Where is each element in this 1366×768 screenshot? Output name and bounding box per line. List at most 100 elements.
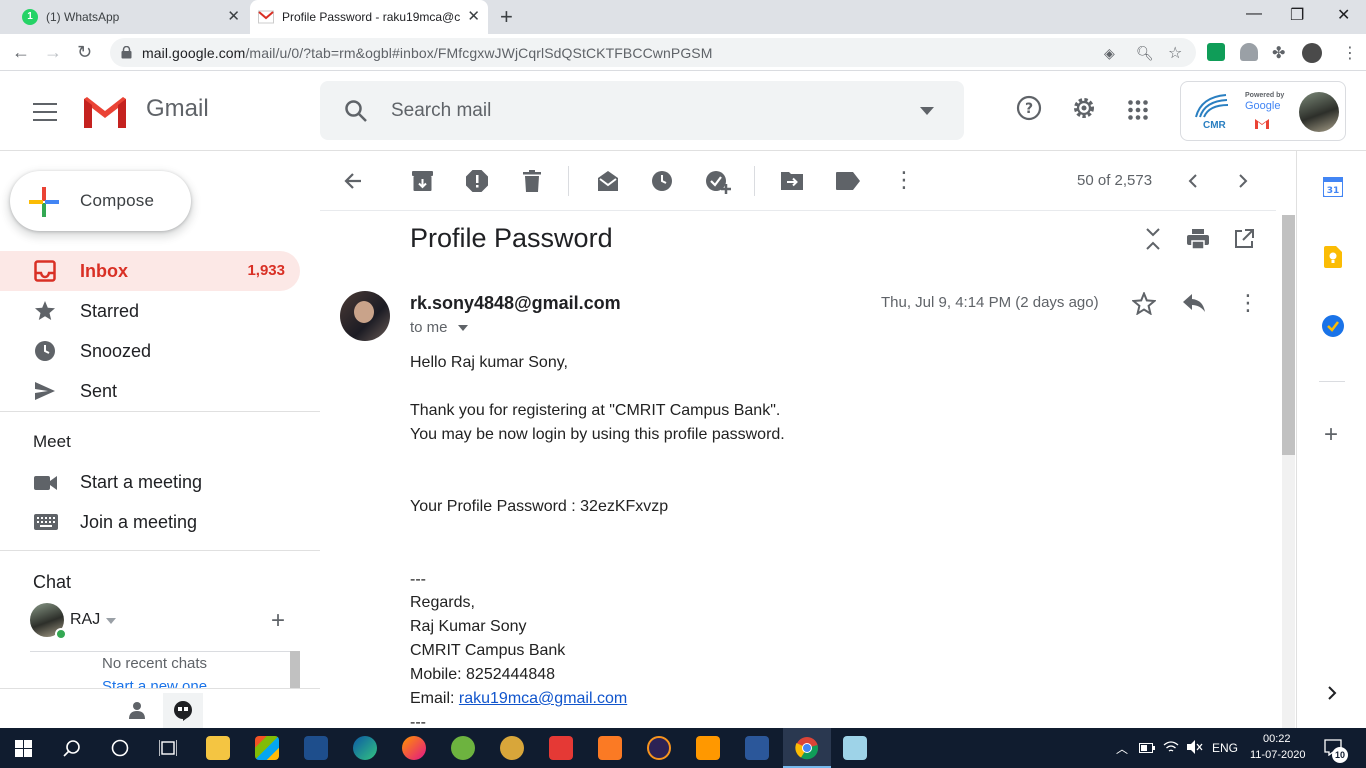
gmail-logo-icon[interactable] (82, 95, 128, 129)
newer-message-icon[interactable] (1188, 174, 1198, 188)
start-new-chat-link[interactable]: Start a new one (102, 678, 207, 688)
archive-icon[interactable] (412, 171, 433, 191)
firefox-icon[interactable] (402, 736, 426, 760)
older-message-icon[interactable] (1238, 174, 1248, 188)
task-view-icon[interactable] (159, 739, 177, 757)
tab-whatsapp[interactable]: 1 (1) WhatsApp ✕ (12, 0, 248, 34)
search-input[interactable]: Search mail (391, 100, 491, 122)
tab-profile-password[interactable]: Profile Password - raku19mca@c ✕ (250, 0, 488, 34)
account-avatar[interactable] (1299, 92, 1339, 132)
nav-snoozed[interactable]: Snoozed (0, 331, 300, 371)
chrome-taskbar-active[interactable] (783, 728, 831, 768)
back-icon[interactable]: ← (12, 42, 30, 62)
clock-time[interactable]: 00:22 (1263, 733, 1291, 745)
apps-grid-icon[interactable] (1128, 100, 1148, 120)
move-to-icon[interactable] (781, 170, 803, 190)
message-scrollbar-thumb[interactable] (1282, 215, 1295, 455)
delete-icon[interactable] (523, 170, 541, 192)
anydesk-icon[interactable] (549, 736, 573, 760)
input-language[interactable]: ENG (1212, 741, 1238, 755)
sender-avatar[interactable] (340, 291, 390, 341)
settings-gear-icon[interactable] (1071, 95, 1097, 121)
zoom-icon[interactable]: 🔍︎ (1136, 45, 1154, 62)
show-hidden-icons-icon[interactable]: ︿ (1116, 740, 1128, 757)
search-options-icon[interactable] (920, 107, 934, 115)
word-icon[interactable] (745, 736, 769, 760)
reply-icon[interactable] (1183, 294, 1205, 312)
keep-icon[interactable] (1324, 246, 1342, 268)
tasks-icon[interactable] (1322, 315, 1344, 337)
xampp-icon[interactable] (598, 736, 622, 760)
reload-icon[interactable]: ↻ (77, 42, 92, 62)
notepad-icon[interactable] (843, 736, 867, 760)
nav-inbox[interactable]: Inbox 1,933 (0, 251, 300, 291)
print-icon[interactable] (1187, 229, 1209, 249)
mark-unread-icon[interactable] (596, 170, 620, 192)
star-message-icon[interactable] (1132, 292, 1156, 315)
volume-muted-icon[interactable] (1187, 740, 1203, 754)
account-switcher[interactable]: CMR Powered by Google (1180, 81, 1346, 141)
search-bar[interactable]: Search mail (320, 81, 964, 140)
chrome-menu-icon[interactable]: ⋮ (1342, 43, 1358, 63)
chat-status-dropdown-icon[interactable] (106, 618, 116, 624)
minimize-icon[interactable]: — (1246, 5, 1262, 23)
gmail-wordmark[interactable]: Gmail (146, 95, 209, 123)
new-tab-icon[interactable]: + (500, 6, 513, 28)
show-details-icon[interactable] (457, 325, 468, 332)
sender-email[interactable]: rk.sony4848@gmail.com (410, 293, 621, 314)
eclipse-icon[interactable] (647, 736, 671, 760)
classroom-extension-icon[interactable] (1207, 43, 1225, 61)
restore-icon[interactable]: ❐ (1290, 5, 1304, 25)
extensions-puzzle-icon[interactable]: ✤ (1272, 43, 1285, 63)
chat-scrollbar[interactable] (290, 651, 300, 688)
microsoft-store-icon[interactable] (255, 736, 279, 760)
cortana-icon[interactable] (111, 739, 129, 757)
chat-user-name[interactable]: RAJ (70, 611, 100, 629)
open-in-new-window-icon[interactable] (1234, 229, 1254, 249)
calendar-icon[interactable]: 31 (1323, 177, 1343, 197)
back-to-inbox-icon[interactable] (343, 171, 363, 191)
taskbar-search-icon[interactable] (63, 739, 81, 757)
snooze-icon[interactable] (651, 170, 673, 192)
file-explorer-icon[interactable] (206, 736, 230, 760)
drive-extension-icon[interactable] (1240, 43, 1258, 61)
more-actions-icon[interactable]: ⋮ (893, 168, 915, 192)
bookmark-star-icon[interactable]: ☆ (1168, 43, 1182, 63)
windows-start-icon[interactable] (15, 740, 32, 757)
profile-avatar[interactable] (1302, 43, 1322, 63)
edge-browser-icon[interactable] (353, 736, 377, 760)
collapse-all-icon[interactable] (1145, 227, 1161, 251)
sublime-text-icon[interactable] (696, 736, 720, 760)
close-window-icon[interactable]: ✕ (1337, 5, 1350, 25)
help-icon[interactable]: ? (1016, 95, 1042, 121)
clock-date[interactable]: 11-07-2020 (1250, 749, 1305, 761)
battery-icon[interactable] (1139, 743, 1155, 753)
snail-app-icon[interactable] (500, 736, 524, 760)
forward-icon[interactable]: → (44, 42, 62, 62)
add-to-tasks-icon[interactable] (705, 170, 731, 194)
close-tab-icon[interactable]: ✕ (227, 9, 240, 25)
dev-cpp-icon[interactable] (304, 736, 328, 760)
chat-tab[interactable] (163, 693, 203, 729)
report-spam-icon[interactable] (466, 170, 488, 192)
wifi-icon[interactable] (1163, 740, 1179, 754)
start-meeting-item[interactable]: Start a meeting (0, 462, 300, 502)
nav-starred[interactable]: Starred (0, 291, 300, 331)
search-icon[interactable] (344, 99, 368, 123)
label-icon[interactable] (836, 172, 860, 190)
email-link[interactable]: raku19mca@gmail.com (459, 690, 627, 707)
show-side-panel-icon[interactable] (1327, 686, 1337, 700)
message-more-icon[interactable]: ⋮ (1237, 291, 1259, 315)
nav-sent[interactable]: Sent (0, 371, 300, 411)
eye-extension-icon[interactable]: ◈ (1104, 45, 1115, 62)
address-bar[interactable]: mail.google.com/mail/u/0/?tab=rm&ogbl#in… (110, 38, 1196, 67)
join-meeting-item[interactable]: Join a meeting (0, 502, 300, 542)
get-addons-plus-icon[interactable]: + (1324, 423, 1338, 447)
main-menu-icon[interactable] (33, 103, 57, 121)
contacts-person-icon[interactable] (128, 701, 146, 719)
recipient-details[interactable]: to me (410, 319, 468, 336)
close-tab-icon[interactable]: ✕ (467, 9, 480, 25)
spring-tool-icon[interactable] (451, 736, 475, 760)
compose-button[interactable]: Compose (10, 171, 191, 231)
new-chat-plus-icon[interactable]: + (271, 609, 285, 633)
